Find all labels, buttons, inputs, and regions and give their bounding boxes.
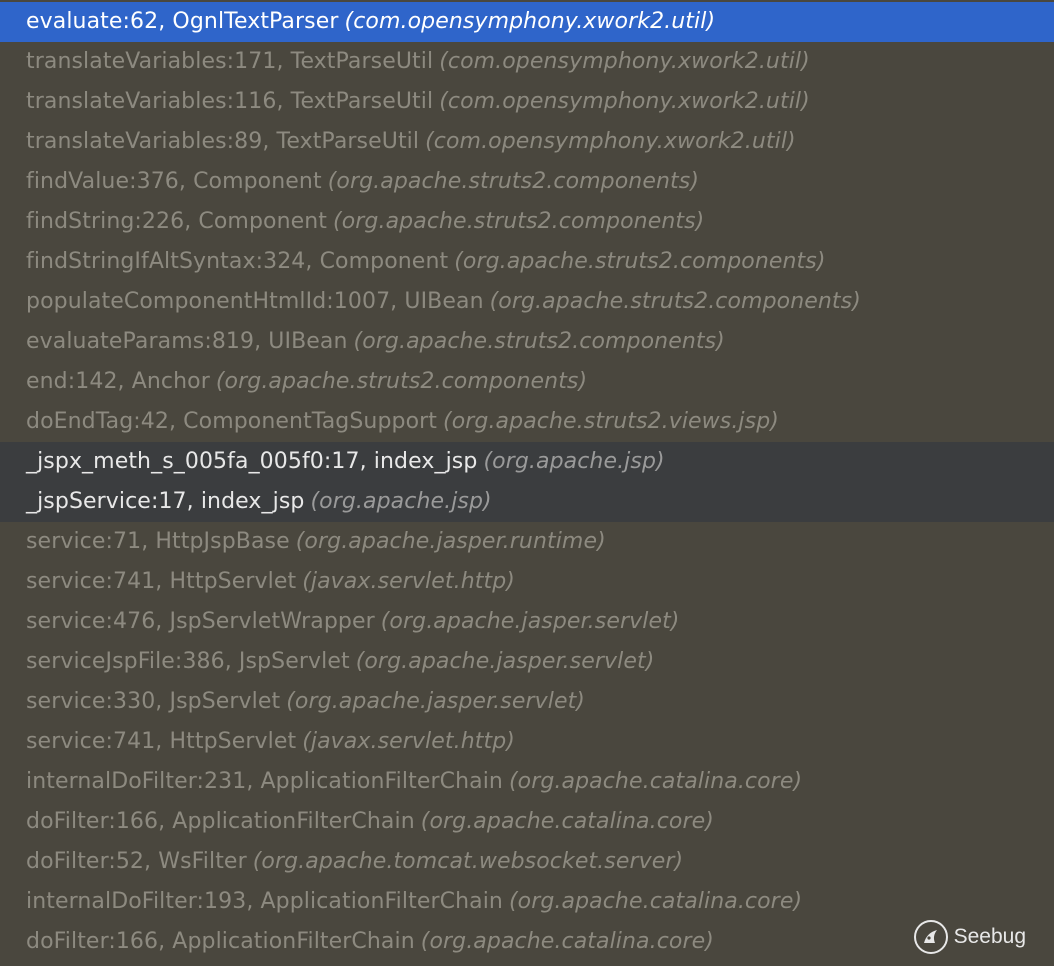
frame-package: (org.apache.struts2.components)	[454, 249, 826, 274]
frame-package: (com.opensymphony.xwork2.util)	[344, 9, 716, 34]
frame-package: (org.apache.struts2.components)	[215, 369, 588, 394]
frame-package: (org.apache.jasper.servlet)	[380, 609, 680, 634]
stack-frame-row[interactable]: evaluate:62, OgnlTextParser (com.opensymp…	[0, 2, 1054, 42]
frame-package: (org.apache.struts2.components)	[327, 169, 700, 194]
frame-method: doFilter:166, ApplicationFilterChain	[26, 809, 415, 834]
stack-frame-row[interactable]: service:476, JspServletWrapper (org.apach…	[0, 602, 1054, 642]
stack-frame-row[interactable]: translateVariables:171, TextParseUtil (co…	[0, 42, 1054, 82]
frame-package: (org.apache.jasper.servlet)	[355, 649, 655, 674]
frame-package: (org.apache.jasper.runtime)	[295, 529, 606, 554]
frame-package: (org.apache.catalina.core)	[420, 809, 714, 834]
frame-method: translateVariables:171, TextParseUtil	[26, 49, 434, 74]
frame-method: internalDoFilter:231, ApplicationFilterC…	[26, 769, 503, 794]
frame-method: findString:226, Component	[26, 209, 328, 234]
stack-frame-row[interactable]: service:741, HttpServlet (javax.servlet.h…	[0, 722, 1054, 762]
frame-package: (org.apache.jsp)	[483, 449, 665, 474]
frame-method: translateVariables:89, TextParseUtil	[26, 129, 420, 154]
stack-frame-row[interactable]: findValue:376, Component (org.apache.stru…	[0, 162, 1054, 202]
frame-package: (org.apache.struts2.components)	[353, 329, 725, 354]
frame-method: service:741, HttpServlet	[26, 729, 297, 754]
frame-method: service:741, HttpServlet	[26, 569, 297, 594]
stack-frames-list: evaluate:62, OgnlTextParser (com.opensymp…	[0, 2, 1054, 966]
stack-frame-row[interactable]: service:741, HttpServlet (javax.servlet.h…	[0, 562, 1054, 602]
stack-frame-row[interactable]: doEndTag:42, ComponentTagSupport (org.apa…	[0, 402, 1054, 442]
frame-method: findStringIfAltSyntax:324, Component	[26, 249, 449, 274]
frame-package: (com.opensymphony.xwork2.util)	[439, 49, 810, 74]
stack-frame-row[interactable]: service:71, HttpJspBase (org.apache.jaspe…	[0, 522, 1054, 562]
stack-frame-row[interactable]: findStringIfAltSyntax:324, Component (org…	[0, 242, 1054, 282]
stack-frame-row[interactable]: doFilter:166, ApplicationFilterChain (org…	[0, 802, 1054, 842]
frame-method: _jspx_meth_s_005fa_005f0:17, index_jsp	[26, 449, 478, 474]
frame-package: (com.opensymphony.xwork2.util)	[425, 129, 796, 154]
stack-frame-row[interactable]: _jspService:17, index_jsp (org.apache.jsp…	[0, 482, 1054, 522]
frame-package: (org.apache.struts2.views.jsp)	[443, 409, 779, 434]
frame-package: (org.apache.jsp)	[310, 489, 492, 514]
stack-frame-row[interactable]: doFilter:166, ApplicationFilterChain (org…	[0, 922, 1054, 962]
seebug-brand-text: Seebug	[953, 925, 1026, 948]
stack-frame-row[interactable]: internalDoFilter:231, ApplicationFilterC…	[0, 762, 1054, 802]
frame-method: service:71, HttpJspBase	[26, 529, 290, 554]
frame-package: (org.apache.struts2.components)	[489, 289, 861, 314]
stack-frame-row[interactable]: internalDoFilter:193, ApplicationFilterC…	[0, 882, 1054, 922]
stack-frame-row[interactable]: translateVariables:89, TextParseUtil (com…	[0, 122, 1054, 162]
frame-method: findValue:376, Component	[26, 169, 322, 194]
frame-package: (org.apache.jasper.servlet)	[286, 689, 585, 714]
stack-frame-row[interactable]: service:330, JspServlet (org.apache.jaspe…	[0, 682, 1054, 722]
frame-method: serviceJspFile:386, JspServlet	[26, 649, 350, 674]
stack-frame-row[interactable]: end:142, Anchor (org.apache.struts2.compo…	[0, 362, 1054, 402]
seebug-watermark: Seebug	[913, 920, 1026, 954]
stack-frame-row[interactable]: doFilter:52, WsFilter (org.apache.tomcat.…	[0, 842, 1054, 882]
frame-package: (org.apache.tomcat.websocket.server)	[252, 849, 684, 874]
frame-method: internalDoFilter:193, ApplicationFilterC…	[26, 889, 503, 914]
frame-package: (org.apache.catalina.core)	[508, 769, 803, 794]
frame-package: (org.apache.catalina.core)	[508, 889, 803, 914]
frame-package: (javax.servlet.http)	[302, 729, 515, 754]
stack-frame-row[interactable]: evaluateParams:819, UIBean (org.apache.st…	[0, 322, 1054, 362]
frame-package: (org.apache.struts2.components)	[333, 209, 705, 234]
frame-method: evaluateParams:819, UIBean	[26, 329, 348, 354]
stack-frame-row[interactable]: serviceJspFile:386, JspServlet (org.apach…	[0, 642, 1054, 682]
frame-method: end:142, Anchor	[26, 369, 210, 394]
frame-package: (javax.servlet.http)	[302, 569, 515, 594]
stack-frame-row[interactable]: populateComponentHtmlId:1007, UIBean (org…	[0, 282, 1054, 322]
seebug-logo-icon	[913, 920, 948, 954]
frame-method: evaluate:62, OgnlTextParser	[26, 9, 339, 34]
stack-frame-row[interactable]: translateVariables:116, TextParseUtil (co…	[0, 82, 1054, 122]
frame-method: populateComponentHtmlId:1007, UIBean	[26, 289, 484, 314]
frame-method: doEndTag:42, ComponentTagSupport	[26, 409, 438, 434]
frame-package: (org.apache.catalina.core)	[420, 929, 714, 954]
frame-method: translateVariables:116, TextParseUtil	[26, 89, 434, 114]
stack-frame-row[interactable]: _jspx_meth_s_005fa_005f0:17, index_jsp (o…	[0, 442, 1054, 482]
frame-method: doFilter:166, ApplicationFilterChain	[26, 929, 415, 954]
frame-method: service:330, JspServlet	[26, 689, 281, 714]
frame-method: _jspService:17, index_jsp	[26, 489, 305, 514]
frame-package: (com.opensymphony.xwork2.util)	[439, 89, 810, 114]
frame-method: service:476, JspServletWrapper	[26, 609, 375, 634]
frame-method: doFilter:52, WsFilter	[26, 849, 247, 874]
stack-frame-row[interactable]: findString:226, Component (org.apache.str…	[0, 202, 1054, 242]
